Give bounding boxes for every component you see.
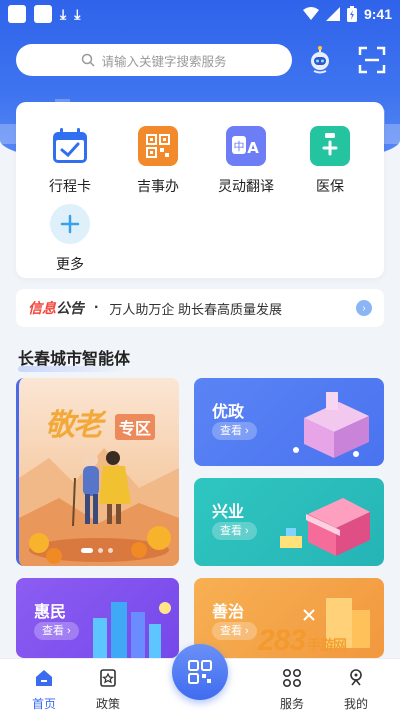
notice-tag-announce: 公告	[56, 300, 84, 316]
view-button[interactable]: 查看 ›	[212, 622, 257, 640]
section-title-text: 长春城市智能体	[18, 351, 131, 368]
status-bar: ⤓ ⤓ 9:41	[0, 0, 400, 28]
policy-icon	[78, 667, 138, 689]
translate-icon: 中A	[226, 126, 266, 166]
signal-icon	[325, 7, 340, 21]
carousel-dot	[81, 548, 93, 553]
notice-text: 万人助万企 助长春高质量发展	[109, 301, 282, 317]
service-medical[interactable]: 医保	[290, 126, 370, 196]
qrcode-icon	[188, 660, 212, 684]
carousel-dot	[108, 548, 113, 553]
service-translate[interactable]: 中A 灵动翻译	[206, 126, 286, 196]
tile-xingye[interactable]: 兴业 查看 ›	[194, 478, 384, 566]
notice-tag-info: 信息	[28, 300, 56, 316]
robot-assistant-icon[interactable]	[304, 44, 336, 76]
carousel-indicator	[81, 548, 113, 553]
user-icon	[326, 667, 386, 689]
service-label: 灵动翻译	[218, 178, 274, 194]
elderly-couple-illustration	[19, 448, 179, 566]
medical-icon	[310, 126, 350, 166]
svg-text:A: A	[247, 139, 259, 157]
elder-title: 敬老	[45, 409, 103, 442]
shop-illustration	[280, 498, 370, 556]
view-button[interactable]: 查看 ›	[212, 422, 257, 440]
announcement-bar[interactable]: 信息 公告 · 万人助万企 助长春高质量发展 ›	[16, 289, 384, 327]
separator-dot: ·	[94, 299, 100, 316]
wifi-icon	[302, 7, 319, 20]
view-button[interactable]: 查看 ›	[34, 622, 79, 640]
service-label: 吉事办	[137, 178, 179, 194]
service-label: 更多	[56, 256, 84, 272]
search-input[interactable]: 请输入关键字搜索服务	[16, 44, 292, 76]
tile-title: 惠民	[34, 604, 67, 621]
service-more[interactable]: 更多	[30, 204, 110, 274]
calendar-check-icon	[50, 126, 90, 166]
download-icon: ⤓	[74, 5, 81, 22]
government-building-illustration	[293, 392, 369, 458]
tile-elder-zone[interactable]: 敬老 专区	[16, 378, 179, 566]
notification-icon	[34, 5, 52, 23]
tile-huimin[interactable]: 惠民 查看 ›	[16, 578, 179, 658]
service-label: 行程卡	[49, 178, 91, 194]
grid-icon	[262, 667, 322, 689]
watermark-sub: 手游网	[307, 637, 347, 653]
clock: 9:41	[363, 6, 392, 22]
download-icon: ⤓	[60, 5, 67, 22]
tile-title: 善治	[212, 604, 245, 621]
scan-fab-button[interactable]	[172, 644, 228, 700]
carousel-dot	[98, 548, 103, 553]
tile-youzheng[interactable]: 优政 查看 ›	[194, 378, 384, 466]
elder-badge: 专区	[115, 414, 156, 440]
tile-title: 兴业	[212, 504, 245, 521]
watermark-text: 283	[258, 624, 306, 657]
nav-mine[interactable]: 我的	[326, 667, 386, 711]
section-title: 长春城市智能体	[18, 345, 131, 372]
city-buildings-illustration	[93, 602, 171, 658]
tile-title: 优政	[212, 404, 245, 421]
nav-label: 政策	[95, 697, 120, 711]
home-icon	[14, 667, 74, 689]
battery-icon	[346, 6, 357, 22]
watermark-logo: 283 手游网	[258, 624, 347, 658]
nav-home[interactable]: 首页	[14, 667, 74, 711]
service-itinerary-card[interactable]: 行程卡	[30, 126, 110, 196]
plus-icon	[50, 204, 90, 244]
search-placeholder: 请输入关键字搜索服务	[101, 54, 227, 69]
nav-label: 服务	[279, 697, 304, 711]
chevron-right-icon[interactable]: ›	[356, 300, 372, 316]
nav-policy[interactable]: 政策	[78, 667, 138, 711]
service-jishiban[interactable]: 吉事办	[118, 126, 198, 196]
nav-service[interactable]: 服务	[262, 667, 322, 711]
service-grid: 行程卡 吉事办 中A 灵动翻译 医保 更多	[16, 102, 384, 278]
nav-label: 首页	[31, 697, 56, 711]
search-icon	[82, 53, 96, 67]
qrcode-icon	[138, 126, 178, 166]
notification-icon	[8, 5, 26, 23]
service-label: 医保	[316, 178, 344, 194]
nav-label: 我的	[343, 697, 368, 711]
scan-icon[interactable]	[356, 44, 388, 76]
view-button[interactable]: 查看 ›	[212, 522, 257, 540]
svg-text:中: 中	[234, 140, 245, 153]
